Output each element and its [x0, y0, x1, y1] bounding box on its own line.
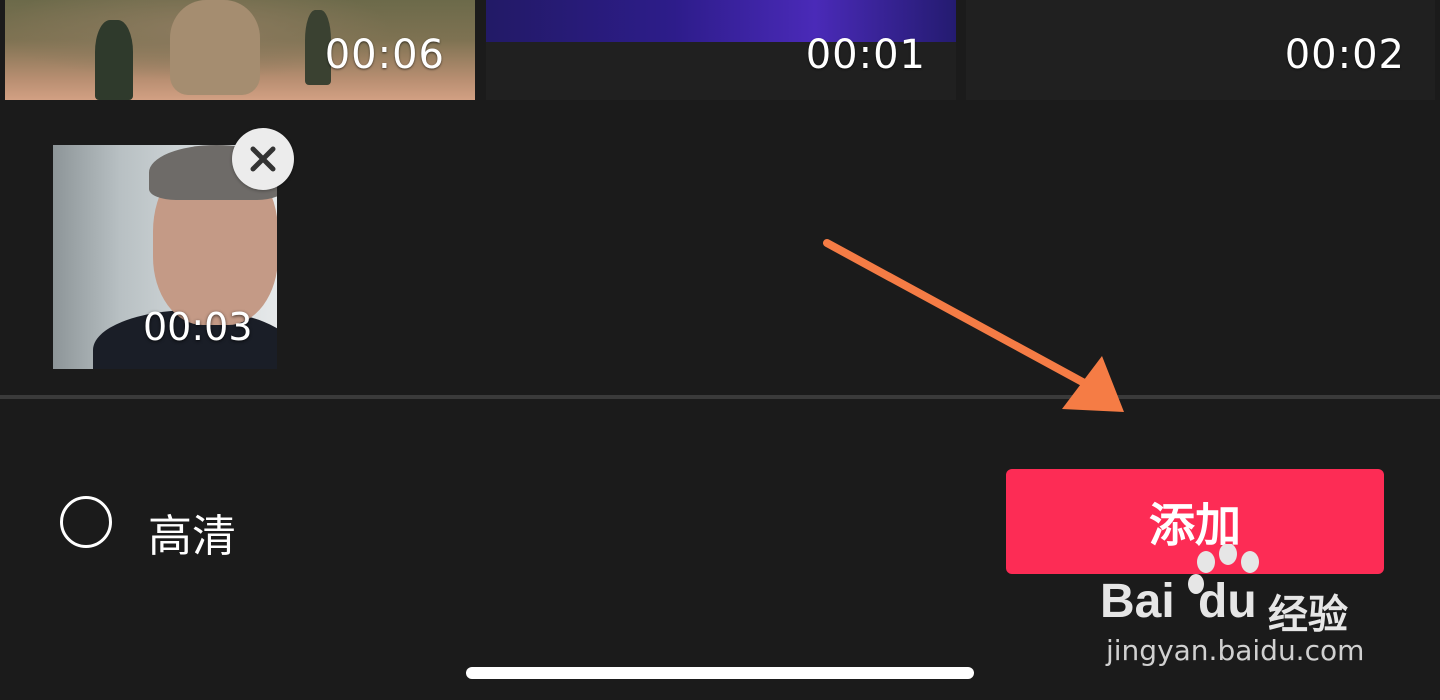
- hd-label[interactable]: 高清: [148, 500, 236, 564]
- remove-clip-button[interactable]: [232, 128, 294, 190]
- watermark-url: jingyan.baidu.com: [1106, 634, 1365, 667]
- media-duration: 00:01: [805, 32, 926, 78]
- divider: [0, 395, 1440, 399]
- media-duration: 00:06: [324, 32, 445, 78]
- baidu-jingyan-watermark: Bai du 经验 jingyan.baidu.com: [1100, 544, 1400, 670]
- media-tile[interactable]: 00:01: [486, 0, 956, 100]
- media-grid: 00:06 00:01 00:02: [0, 0, 1440, 100]
- close-icon: [250, 146, 276, 172]
- home-indicator[interactable]: [466, 667, 974, 679]
- watermark-brand-du: du: [1198, 575, 1257, 628]
- watermark-brand-cn: 经验: [1268, 592, 1348, 638]
- watermark-brand: Bai: [1100, 575, 1175, 628]
- selected-clip-duration: 00:03: [143, 305, 253, 349]
- hd-radio-circle-icon[interactable]: [60, 496, 112, 548]
- media-tile[interactable]: 00:02: [966, 0, 1435, 100]
- media-duration: 00:02: [1284, 32, 1405, 78]
- media-tile[interactable]: 00:06: [5, 0, 475, 100]
